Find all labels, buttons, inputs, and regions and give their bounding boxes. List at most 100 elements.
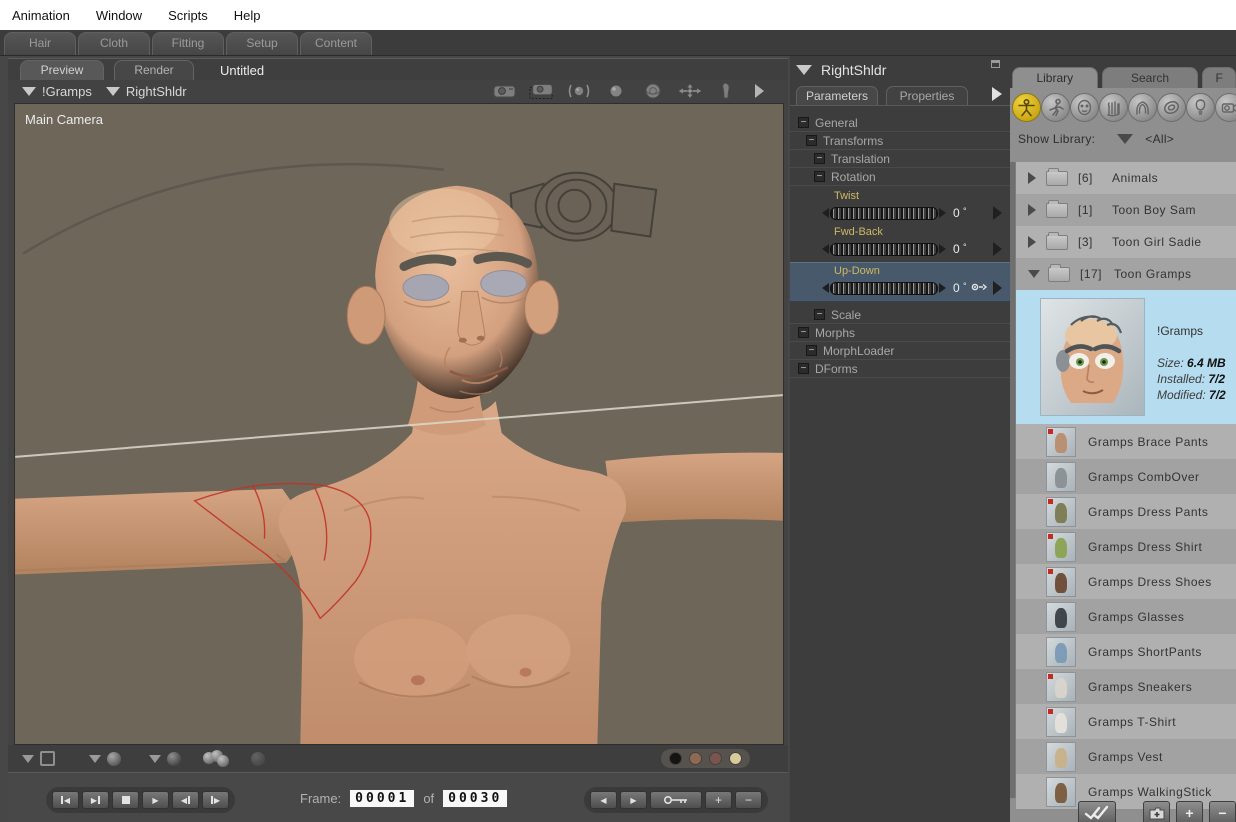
folder-animals[interactable]: [6] Animals bbox=[1016, 162, 1236, 194]
menu-animation[interactable]: Animation bbox=[12, 8, 70, 23]
move-tool-icon[interactable] bbox=[677, 82, 703, 100]
dial-menu-icon[interactable] bbox=[993, 281, 1002, 295]
show-library-value[interactable]: <All> bbox=[1145, 132, 1174, 146]
group-morphs[interactable]: − Morphs bbox=[790, 324, 1010, 342]
figures-category-icon[interactable] bbox=[1012, 92, 1041, 122]
figure-style-selector[interactable] bbox=[149, 751, 181, 766]
camera-name-label[interactable]: Main Camera bbox=[25, 112, 103, 127]
up-down-dial[interactable] bbox=[830, 281, 938, 295]
group-dforms[interactable]: − DForms bbox=[790, 360, 1010, 378]
tab-fitting[interactable]: Fitting bbox=[152, 32, 224, 55]
group-transforms[interactable]: − Transforms bbox=[790, 132, 1010, 150]
remove-from-library-button[interactable]: − bbox=[1209, 801, 1236, 822]
library-item[interactable]: Gramps Glasses bbox=[1016, 599, 1236, 634]
trackball-icon[interactable] bbox=[640, 82, 666, 100]
actor-dropdown-icon[interactable] bbox=[105, 87, 120, 96]
collapse-icon[interactable]: − bbox=[798, 363, 809, 374]
last-frame-button[interactable]: ▶ bbox=[82, 791, 109, 809]
viewport[interactable]: Main Camera bbox=[14, 103, 784, 745]
element-style-icon[interactable] bbox=[203, 749, 233, 768]
tab-cloth[interactable]: Cloth bbox=[78, 32, 150, 55]
tab-parameters[interactable]: Parameters bbox=[796, 86, 878, 105]
tab-hair[interactable]: Hair bbox=[4, 32, 76, 55]
group-scale[interactable]: − Scale bbox=[790, 306, 1010, 324]
background-color-swatch[interactable] bbox=[669, 752, 682, 765]
group-morphloader[interactable]: − MorphLoader bbox=[790, 342, 1010, 360]
tab-setup[interactable]: Setup bbox=[226, 32, 298, 55]
library-item[interactable]: Gramps Dress Pants bbox=[1016, 494, 1236, 529]
first-frame-button[interactable]: ◀ bbox=[52, 791, 79, 809]
keyframe-icon[interactable] bbox=[971, 279, 988, 297]
tab-preview[interactable]: Preview bbox=[20, 60, 104, 80]
panel-window-icon[interactable] bbox=[991, 60, 1000, 68]
add-to-library-button[interactable]: + bbox=[1176, 801, 1203, 822]
collapse-icon[interactable]: − bbox=[814, 309, 825, 320]
tab-favorites-partial[interactable]: F bbox=[1202, 67, 1236, 88]
tab-search[interactable]: Search bbox=[1101, 67, 1199, 88]
lights-category-icon[interactable] bbox=[1186, 92, 1215, 122]
menu-window[interactable]: Window bbox=[96, 8, 142, 23]
ground-color-swatch[interactable] bbox=[729, 752, 742, 765]
selected-library-item[interactable]: !Gramps Size: 6.4 MB Installed: 7/2 Modi… bbox=[1016, 290, 1236, 424]
select-camera-icon[interactable] bbox=[529, 82, 555, 100]
hands-category-icon[interactable] bbox=[1099, 92, 1128, 122]
view-pane-selector[interactable] bbox=[22, 751, 55, 766]
collapse-icon[interactable]: − bbox=[814, 171, 825, 182]
dolly-ball-icon[interactable] bbox=[603, 82, 629, 100]
folder-toon-gramps[interactable]: [17] Toon Gramps bbox=[1016, 258, 1236, 290]
tools-expand-icon[interactable] bbox=[755, 84, 764, 98]
dial-decrement-icon[interactable] bbox=[822, 283, 829, 293]
library-item[interactable]: Gramps ShortPants bbox=[1016, 634, 1236, 669]
stop-button[interactable] bbox=[112, 791, 139, 809]
expand-icon[interactable] bbox=[1028, 204, 1036, 216]
add-keyframe-button[interactable]: + bbox=[705, 791, 732, 809]
cameras-category-icon[interactable] bbox=[1215, 92, 1236, 122]
collapse-icon[interactable]: − bbox=[806, 135, 817, 146]
library-item[interactable]: Gramps Vest bbox=[1016, 739, 1236, 774]
dial-menu-icon[interactable] bbox=[993, 206, 1002, 220]
collapse-icon[interactable]: − bbox=[798, 117, 809, 128]
foreground-color-swatch[interactable] bbox=[689, 752, 702, 765]
library-item[interactable]: Gramps CombOver bbox=[1016, 459, 1236, 494]
dial-increment-icon[interactable] bbox=[939, 208, 946, 218]
library-item[interactable]: Gramps Sneakers bbox=[1016, 669, 1236, 704]
add-folder-button[interactable] bbox=[1143, 801, 1170, 822]
library-item[interactable]: Gramps Dress Shirt bbox=[1016, 529, 1236, 564]
actor-selector[interactable]: RightShldr bbox=[126, 84, 187, 99]
step-forward-button[interactable]: ▶ bbox=[202, 791, 229, 809]
folder-toon-girl-sadie[interactable]: [3] Toon Girl Sadie bbox=[1016, 226, 1236, 258]
next-key-button[interactable]: ▶ bbox=[620, 791, 647, 809]
poses-category-icon[interactable] bbox=[1041, 92, 1070, 122]
collapse-icon[interactable] bbox=[1028, 270, 1040, 278]
tab-library[interactable]: Library bbox=[1012, 67, 1098, 88]
figure-dropdown-icon[interactable] bbox=[22, 87, 36, 96]
tab-overflow-icon[interactable] bbox=[992, 87, 1002, 101]
figure-selector[interactable]: !Gramps bbox=[42, 84, 92, 99]
shadow-color-swatch[interactable] bbox=[709, 752, 722, 765]
step-back-button[interactable]: ◀ bbox=[172, 791, 199, 809]
collapse-icon[interactable]: − bbox=[798, 327, 809, 338]
document-style-selector[interactable] bbox=[89, 751, 121, 766]
delete-keyframe-button[interactable]: − bbox=[735, 791, 762, 809]
current-frame-field[interactable]: 00001 bbox=[349, 789, 416, 808]
group-translation[interactable]: − Translation bbox=[790, 150, 1010, 168]
tab-render[interactable]: Render bbox=[114, 60, 194, 80]
tab-content[interactable]: Content bbox=[300, 32, 372, 55]
orbit-camera-icon[interactable] bbox=[566, 82, 592, 100]
twist-dial[interactable] bbox=[830, 206, 938, 220]
expressions-category-icon[interactable] bbox=[1070, 92, 1099, 122]
total-frames-field[interactable]: 00030 bbox=[442, 789, 509, 808]
prev-key-button[interactable]: ◀ bbox=[590, 791, 617, 809]
flashlight-tool-icon[interactable] bbox=[714, 82, 740, 100]
panel-actor-dropdown-icon[interactable] bbox=[796, 65, 812, 75]
apply-item-button[interactable] bbox=[1078, 801, 1116, 822]
dial-menu-icon[interactable] bbox=[993, 242, 1002, 256]
library-item[interactable]: Gramps Brace Pants bbox=[1016, 424, 1236, 459]
show-library-dropdown-icon[interactable] bbox=[1117, 134, 1134, 144]
props-category-icon[interactable] bbox=[1157, 92, 1186, 122]
group-rotation[interactable]: − Rotation bbox=[790, 168, 1010, 186]
menu-help[interactable]: Help bbox=[234, 8, 261, 23]
fwd-back-dial[interactable] bbox=[830, 242, 938, 256]
dial-decrement-icon[interactable] bbox=[822, 244, 829, 254]
expand-icon[interactable] bbox=[1028, 172, 1036, 184]
